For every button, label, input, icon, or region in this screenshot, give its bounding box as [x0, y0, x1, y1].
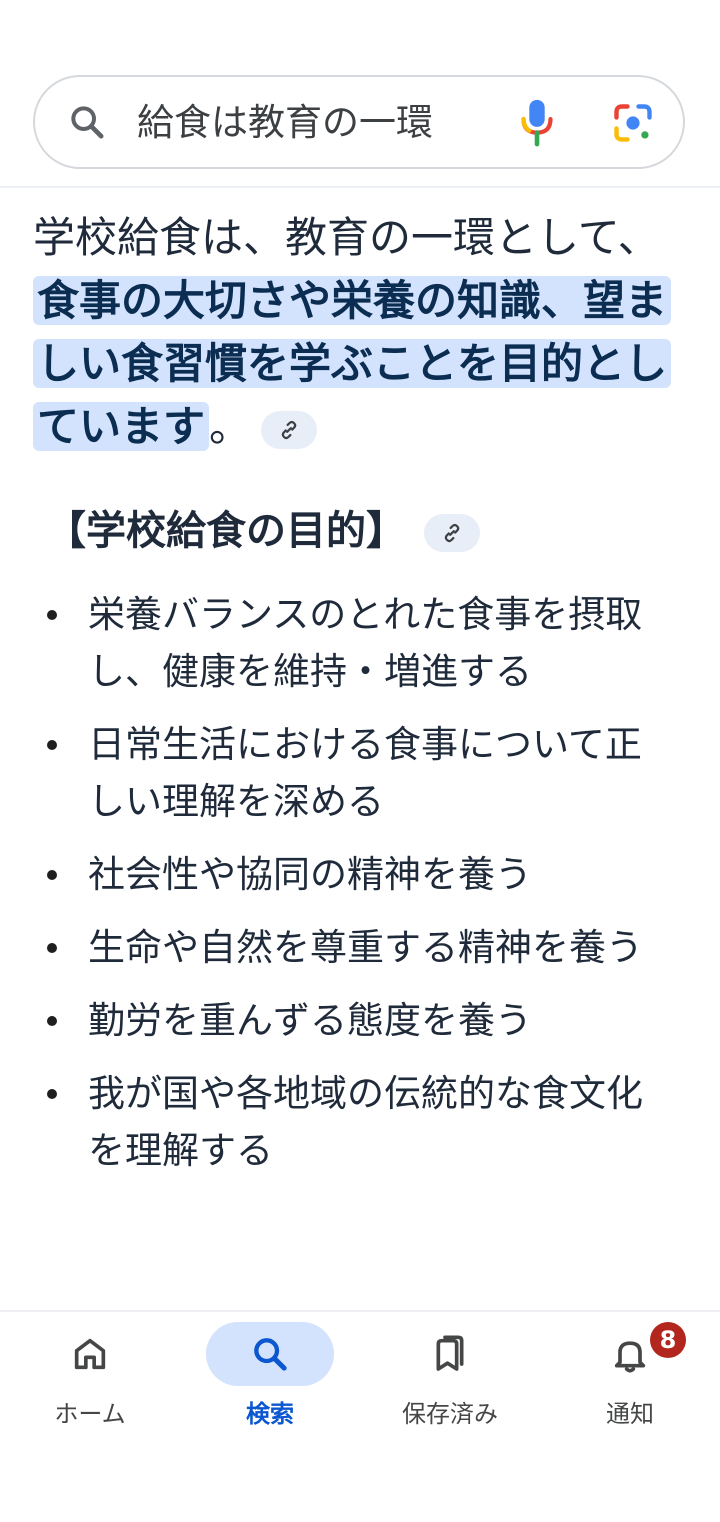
- list-item-text: 栄養バランスのとれた食事を摂取し、健康を維持・増進する: [88, 593, 643, 693]
- section-heading: 【学校給食の目的】: [46, 498, 480, 556]
- list-item-text: 社会性や協同の精神を養う: [88, 853, 532, 896]
- bell-icon: [614, 1341, 646, 1373]
- list-item: 我が国や各地域の伝統的な食文化を理解する: [0, 1065, 720, 1179]
- list-item-text: 我が国や各地域の伝統的な食文化を理解する: [88, 1072, 643, 1172]
- link-icon: [444, 523, 460, 543]
- bullet: [47, 1089, 57, 1099]
- nav-notifications[interactable]: 8 通知: [540, 1312, 720, 1442]
- bottom-navigation: ホーム 検索 保存済み 8 通知: [0, 1310, 720, 1522]
- mic-icon[interactable]: [517, 98, 557, 148]
- bullet: [47, 610, 57, 620]
- bookmarks-icon: [436, 1335, 464, 1371]
- answer-lead: 学校給食は、教育の一環として、: [33, 213, 660, 262]
- nav-search[interactable]: 検索: [180, 1312, 360, 1442]
- search-icon: [254, 1338, 287, 1371]
- home-icon: [74, 1338, 106, 1370]
- nav-home[interactable]: ホーム: [0, 1312, 180, 1442]
- source-link-chip[interactable]: [261, 410, 318, 449]
- section-heading-text: 【学校給食の目的】: [46, 508, 406, 554]
- ai-answer-text: 学校給食は、教育の一環として、食事の大切さや栄養の知識、望ましい食習慣を学ぶこと…: [33, 206, 683, 458]
- nav-search-label: 検索: [246, 1400, 294, 1428]
- bullet: [47, 870, 57, 880]
- bullet: [47, 1016, 57, 1026]
- bullet: [47, 740, 57, 750]
- search-header: 給食は教育の一環: [0, 0, 720, 188]
- answer-highlight[interactable]: 食事の大切さや栄養の知識、望ましい食習慣を学ぶことを目的としています: [33, 276, 672, 451]
- list-item-text: 生命や自然を尊重する精神を養う: [88, 926, 643, 969]
- search-input[interactable]: 給食は教育の一環: [137, 93, 482, 153]
- google-lens-icon[interactable]: [611, 101, 655, 145]
- heading-link-chip[interactable]: [424, 514, 480, 552]
- list-item: 生命や自然を尊重する精神を養う: [0, 919, 720, 976]
- list-item-text: 勤労を重んずる態度を養う: [88, 999, 532, 1042]
- purpose-list: 栄養バランスのとれた食事を摂取し、健康を維持・増進する 日常生活における食事につ…: [0, 586, 720, 1195]
- list-item: 社会性や協同の精神を養う: [0, 846, 720, 903]
- bullet: [47, 943, 57, 953]
- nav-notifications-label: 通知: [606, 1400, 654, 1428]
- list-item: 勤労を重んずる態度を養う: [0, 992, 720, 1049]
- list-item: 日常生活における食事について正しい理解を深める: [0, 716, 720, 830]
- notification-badge: 8: [650, 1322, 686, 1358]
- nav-saved-label: 保存済み: [402, 1400, 498, 1428]
- list-item: 栄養バランスのとれた食事を摂取し、健康を維持・増進する: [0, 586, 720, 700]
- list-item-text: 日常生活における食事について正しい理解を深める: [88, 723, 642, 823]
- nav-saved[interactable]: 保存済み: [360, 1312, 540, 1442]
- nav-home-label: ホーム: [54, 1400, 126, 1428]
- search-result-content: 学校給食は、教育の一環として、食事の大切さや栄養の知識、望ましい食習慣を学ぶこと…: [0, 188, 720, 1310]
- link-icon: [281, 420, 297, 439]
- answer-tail: 。: [209, 402, 252, 451]
- search-bar[interactable]: 給食は教育の一環: [33, 75, 685, 169]
- search-icon[interactable]: [67, 102, 107, 142]
